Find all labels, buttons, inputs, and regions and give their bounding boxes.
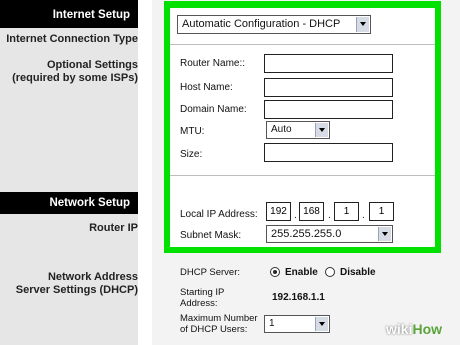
ip-octet-1[interactable]: 192 <box>266 202 291 221</box>
ip-dot: . <box>362 210 365 221</box>
starting-ip-label: Starting IP Address: <box>180 287 224 309</box>
host-name-label: Host Name: <box>180 82 233 93</box>
max-users-line2: of DHCP Users: <box>180 324 248 335</box>
optional-settings-line1: Optional Settings <box>46 59 138 71</box>
starting-ip-line1: Starting IP <box>180 287 225 298</box>
subnet-mask-value: 255.255.255.0 <box>271 228 342 240</box>
router-ip-label: Router IP <box>89 222 138 234</box>
ip-octet-3[interactable]: 1 <box>334 202 359 221</box>
mtu-value: Auto <box>271 124 292 135</box>
max-users-select[interactable]: 1 <box>264 315 330 333</box>
nas-line1: Network Address <box>47 271 138 283</box>
ip-octet-4[interactable]: 1 <box>369 202 394 221</box>
router-name-label: Router Name:: <box>180 58 246 69</box>
domain-name-label: Domain Name: <box>180 104 247 115</box>
ip-octet-2[interactable]: 168 <box>299 202 324 221</box>
dhcp-enable-label: Enable <box>285 267 318 278</box>
starting-ip-line2: Address: <box>180 298 218 309</box>
domain-name-input[interactable] <box>264 100 393 119</box>
internet-connection-type-label: Internet Connection Type <box>6 33 138 45</box>
watermark-wiki: wiki <box>386 321 413 337</box>
max-users-label: Maximum Number of DHCP Users: <box>180 313 258 335</box>
dhcp-disable-label: Disable <box>340 267 376 278</box>
router-name-input[interactable] <box>264 54 393 73</box>
network-setup-header: Network Setup <box>0 192 138 214</box>
size-label: Size: <box>180 149 203 160</box>
max-users-line1: Maximum Number <box>180 313 258 324</box>
max-users-value: 1 <box>269 318 275 329</box>
connection-type-value: Automatic Configuration - DHCP <box>182 18 341 30</box>
connection-type-select[interactable]: Automatic Configuration - DHCP <box>177 15 371 34</box>
watermark-how: How <box>412 321 443 337</box>
divider <box>170 44 435 45</box>
starting-ip-value: 192.168.1.1 <box>272 292 325 303</box>
subnet-mask-select[interactable]: 255.255.255.0 <box>266 225 393 243</box>
column-separator <box>138 0 152 345</box>
chevron-down-icon <box>315 317 328 331</box>
dhcp-server-label: DHCP Server: <box>180 267 241 278</box>
chevron-down-icon <box>356 17 369 32</box>
chevron-down-icon <box>315 123 328 137</box>
divider <box>170 175 435 176</box>
size-input[interactable] <box>264 143 393 162</box>
ip-dot: . <box>328 210 331 221</box>
dhcp-enable-radio[interactable] <box>270 267 280 277</box>
nas-line2: Server Settings (DHCP) <box>15 284 138 296</box>
internet-setup-header: Internet Setup <box>0 0 138 28</box>
mtu-select[interactable]: Auto <box>266 121 330 139</box>
wikihow-watermark: wikiHow <box>386 321 442 337</box>
chevron-down-icon <box>378 227 391 241</box>
nas-dhcp-label: Network Address Server Settings (DHCP) <box>16 271 138 297</box>
host-name-input[interactable] <box>264 78 393 97</box>
ip-dot: . <box>294 210 297 221</box>
dhcp-disable-radio[interactable] <box>325 267 335 277</box>
subnet-mask-label: Subnet Mask: <box>180 230 242 241</box>
local-ip-label: Local IP Address: <box>180 209 258 220</box>
optional-settings-line2: (required by some ISPs) <box>12 72 138 84</box>
mtu-label: MTU: <box>180 126 205 137</box>
optional-settings-label: Optional Settings (required by some ISPs… <box>12 59 138 85</box>
